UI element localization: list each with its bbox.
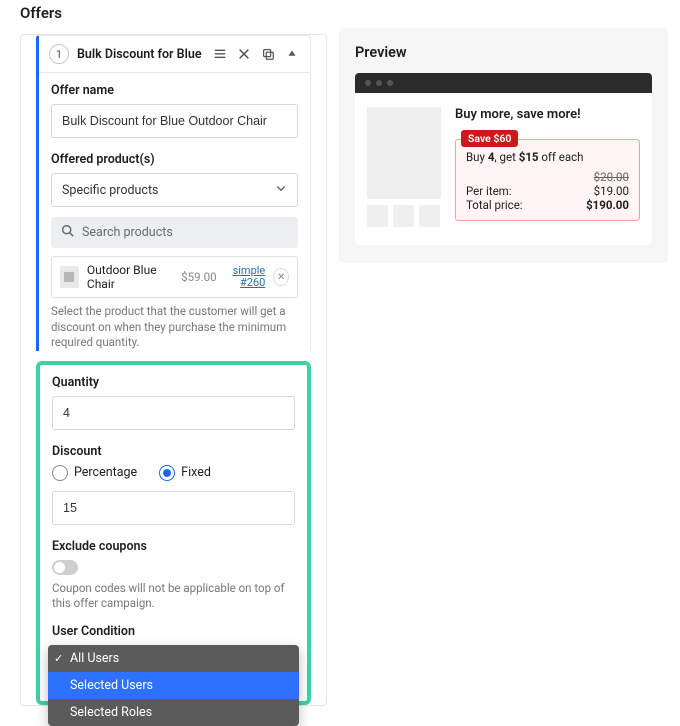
preview-offer-title: Buy more, save more! <box>455 107 640 122</box>
discount-radio-percentage[interactable]: Percentage <box>52 465 137 481</box>
preview-total-value: $190.00 <box>586 198 629 212</box>
product-thumb <box>60 266 79 288</box>
preview-body: Buy more, save more! Save $60 Buy 4, get… <box>355 93 652 245</box>
product-chip-link[interactable]: simple #260 <box>233 265 266 289</box>
dropdown-option-label: All Users <box>70 651 119 666</box>
remove-product-icon[interactable]: ✕ <box>273 268 289 286</box>
offered-products-select-value: Specific products <box>62 183 159 198</box>
preview-price-box: Buy 4, get $15 off each $20.00 Per item:… <box>455 139 640 221</box>
search-icon <box>61 224 74 241</box>
preview-total-label: Total price: <box>466 198 523 212</box>
preview-browser-bar <box>355 73 652 93</box>
preview-main-image <box>367 107 441 199</box>
radio-icon <box>159 465 175 481</box>
dropdown-option-selected-users[interactable]: Selected Users <box>48 672 299 699</box>
selected-product-chip: Outdoor Blue Chair $59.00 simple #260 ✕ <box>51 256 298 298</box>
discount-radio-fixed[interactable]: Fixed <box>159 465 211 481</box>
preview-browser-frame: Buy more, save more! Save $60 Buy 4, get… <box>355 73 652 245</box>
discount-value-input[interactable] <box>52 491 295 525</box>
preview-per-item-label: Per item: <box>466 184 512 198</box>
product-search-placeholder: Search products <box>82 225 173 240</box>
window-dot-icon <box>365 80 371 86</box>
collapse-icon[interactable] <box>284 46 300 62</box>
preview-panel: Preview Buy more, save more! <box>339 28 668 263</box>
offered-products-select[interactable]: Specific products <box>51 173 298 207</box>
exclude-coupons-toggle[interactable] <box>52 560 78 575</box>
offer-number-badge: 1 <box>49 44 69 64</box>
duplicate-icon[interactable] <box>260 46 276 62</box>
exclude-coupons-label: Exclude coupons <box>52 539 295 554</box>
preview-buy-line: Buy 4, get $15 off each <box>466 150 629 164</box>
section-heading: Offers <box>20 0 327 22</box>
dropdown-option-label: Selected Roles <box>70 705 152 720</box>
window-dot-icon <box>387 80 393 86</box>
offer-name-input[interactable] <box>51 104 298 138</box>
preview-thumb <box>393 205 414 227</box>
preview-original-price: $20.00 <box>594 170 629 184</box>
product-chip-price: $59.00 <box>181 270 216 284</box>
window-dot-icon <box>376 80 382 86</box>
highlighted-settings-region: Quantity Discount Percentage Fixed Exclu… <box>36 361 311 705</box>
drag-handle-icon[interactable] <box>212 46 228 62</box>
offer-body: Offer name Offered product(s) Specific p… <box>39 73 310 351</box>
offer-card-outer: 1 Bulk Discount for Blue O Offer name <box>20 34 327 706</box>
product-search-input[interactable]: Search products <box>51 217 298 248</box>
user-condition-label: User Condition <box>52 624 295 639</box>
dropdown-option-all-users[interactable]: ✓ All Users <box>48 645 299 672</box>
quantity-label: Quantity <box>52 375 295 390</box>
offered-products-label: Offered product(s) <box>51 152 298 167</box>
preview-thumb <box>419 205 440 227</box>
discount-label: Discount <box>52 444 295 459</box>
radio-icon <box>52 465 68 481</box>
chevron-down-icon <box>275 182 287 198</box>
preview-thumb <box>367 205 388 227</box>
radio-label: Fixed <box>181 465 211 480</box>
product-chip-name: Outdoor Blue Chair <box>87 263 173 291</box>
radio-label: Percentage <box>74 465 137 480</box>
exclude-coupons-help: Coupon codes will not be applicable on t… <box>52 581 295 612</box>
check-icon: ✓ <box>54 652 63 665</box>
discount-type-radio-group: Percentage Fixed <box>52 465 295 481</box>
preview-column: Preview Buy more, save more! <box>335 0 680 598</box>
preview-per-item-value: $19.00 <box>594 184 629 198</box>
quantity-input[interactable] <box>52 396 295 430</box>
preview-product-images <box>367 107 441 227</box>
offer-card-header: 1 Bulk Discount for Blue O <box>39 36 310 73</box>
offer-name-label: Offer name <box>51 83 298 98</box>
save-badge: Save $60 <box>461 130 518 147</box>
dropdown-option-label: Selected Users <box>70 678 153 693</box>
offers-column: Offers 1 Bulk Discount for Blue O <box>0 0 335 598</box>
offer-header-title: Bulk Discount for Blue O <box>77 47 204 62</box>
preview-offer-block: Buy more, save more! Save $60 Buy 4, get… <box>455 107 640 227</box>
user-condition-dropdown: ✓ All Users Selected Users Selected Role… <box>48 645 299 726</box>
preview-heading: Preview <box>355 44 652 61</box>
dropdown-option-selected-roles[interactable]: Selected Roles <box>48 699 299 726</box>
offer-card: 1 Bulk Discount for Blue O Offer name <box>36 35 311 351</box>
close-icon[interactable] <box>236 46 252 62</box>
offered-products-help: Select the product that the customer wil… <box>51 304 298 351</box>
